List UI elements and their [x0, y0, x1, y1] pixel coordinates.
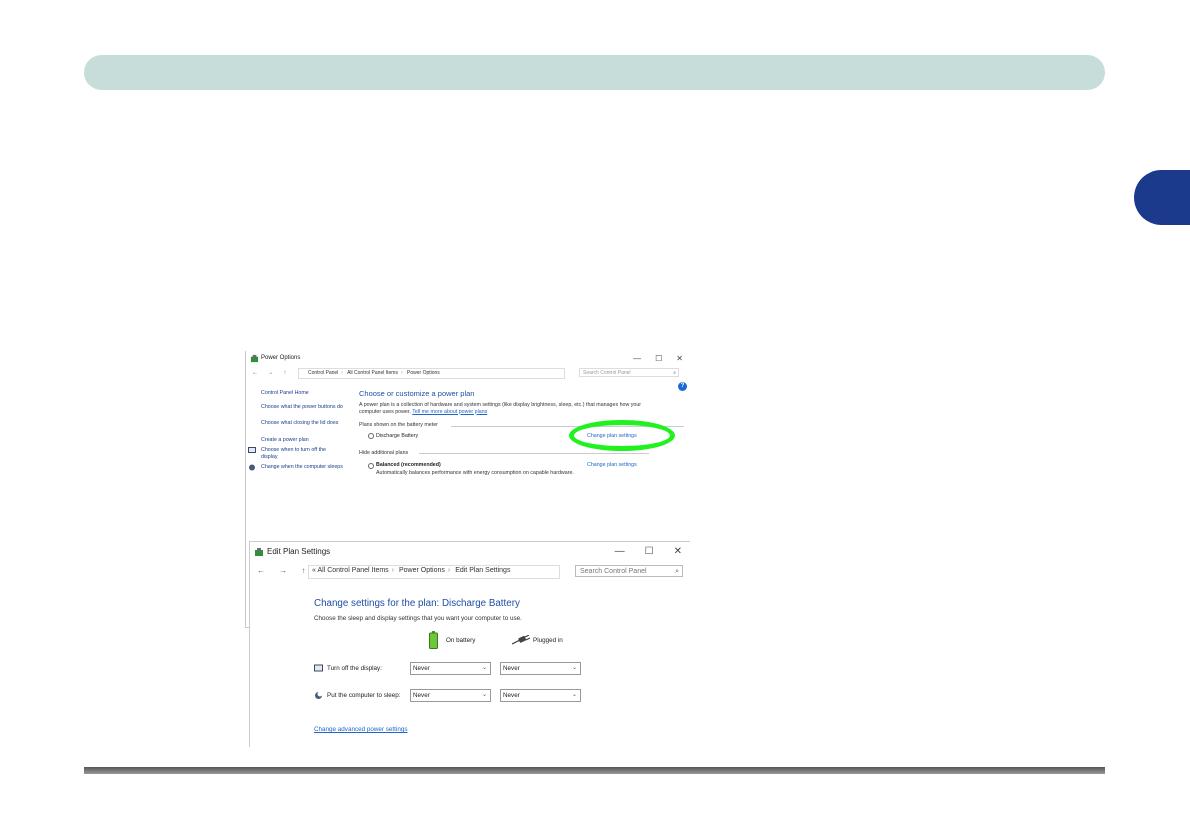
sidebar-item-create-plan[interactable]: Create a power plan	[261, 437, 343, 444]
nav-arrows[interactable]: ← → ↑	[252, 366, 290, 380]
power-options-icon	[250, 354, 259, 363]
window-title: Power Options	[261, 355, 301, 361]
description: A power plan is a collection of hardware…	[359, 402, 659, 415]
search-icon: ⌕	[675, 568, 679, 575]
balanced-description: Automatically balances performance with …	[376, 470, 574, 476]
hide-additional-plans-toggle[interactable]: Hide additional plans	[359, 450, 408, 456]
title-bar: Power Options — ☐ ✕	[246, 351, 689, 366]
search-icon: ⌕	[673, 370, 676, 376]
title-bar: Edit Plan Settings — ☐ ✕	[250, 542, 690, 562]
sidebar-item-closing-lid[interactable]: Choose what closing the lid does	[261, 420, 343, 427]
column-plugged-in: Plugged in	[533, 637, 563, 644]
maximize-button[interactable]: ☐	[655, 351, 662, 366]
display-plugged-in-select[interactable]: Never ⌄	[500, 662, 581, 675]
sidebar-item-turn-off-display[interactable]: Choose when to turn off the display	[261, 447, 343, 460]
breadcrumb-overflow[interactable]: «	[312, 567, 316, 574]
description-text: A power plan is a collection of hardware…	[359, 402, 642, 415]
subheading: Choose the sleep and display settings th…	[314, 615, 522, 622]
display-icon	[248, 447, 256, 453]
breadcrumb-item[interactable]: Control Panel	[308, 370, 338, 376]
sleep-icon	[249, 464, 255, 471]
sleep-plugged-in-select[interactable]: Never ⌄	[500, 689, 581, 702]
highlight-ellipse	[569, 420, 675, 451]
page-header-bar	[84, 55, 1105, 90]
plan-balanced-label: Balanced (recommended)	[376, 462, 441, 468]
change-plan-settings-link[interactable]: Change plan settings	[587, 462, 637, 468]
close-button[interactable]: ✕	[676, 351, 683, 366]
breadcrumb: « All Control Panel Items › Power Options…	[312, 567, 511, 574]
chapter-tab	[1134, 170, 1190, 225]
power-options-icon	[255, 548, 263, 556]
advanced-power-settings-link[interactable]: Change advanced power settings	[314, 726, 407, 733]
page-title: Choose or customize a power plan	[359, 389, 475, 398]
computer-sleep-label: Put the computer to sleep:	[327, 692, 401, 699]
chevron-down-icon: ⌄	[571, 692, 577, 698]
sleep-on-battery-select[interactable]: Never ⌄	[410, 689, 491, 702]
maximize-button[interactable]: ☐	[645, 542, 654, 562]
plan-discharge-label: Discharge Battery	[376, 433, 419, 439]
divider	[419, 453, 649, 454]
control-panel-home-link[interactable]: Control Panel Home	[261, 390, 343, 397]
chevron-down-icon: ⌄	[481, 665, 487, 671]
address-bar: ← → ↑ Control Panel › All Control Panel I…	[246, 366, 689, 380]
window-title: Edit Plan Settings	[267, 547, 331, 556]
plug-icon	[512, 635, 530, 645]
breadcrumb: Control Panel › All Control Panel Items › …	[308, 370, 440, 376]
minimize-button[interactable]: —	[615, 542, 625, 562]
select-value: Never	[503, 665, 520, 672]
breadcrumb-item[interactable]: All Control Panel Items	[317, 567, 388, 574]
battery-icon	[429, 631, 438, 649]
chevron-down-icon: ⌄	[571, 665, 577, 671]
edit-plan-settings-window: Edit Plan Settings — ☐ ✕ ← → ↑ « All Con…	[249, 541, 690, 747]
battery-meter-section-label: Plans shown on the battery meter	[359, 422, 438, 428]
nav-arrows[interactable]: ← → ↑	[257, 562, 311, 580]
help-icon[interactable]: ?	[678, 382, 687, 391]
page-footer-rule	[84, 767, 1105, 774]
search-placeholder: Search Control Panel	[583, 370, 631, 376]
display-on-battery-select[interactable]: Never ⌄	[410, 662, 491, 675]
sidebar-item-power-buttons[interactable]: Choose what the power buttons do	[261, 404, 343, 411]
select-value: Never	[503, 692, 520, 699]
select-value: Never	[413, 665, 430, 672]
search-placeholder: Search Control Panel	[580, 568, 647, 575]
minimize-button[interactable]: —	[633, 351, 641, 366]
column-on-battery: On battery	[446, 637, 476, 644]
select-value: Never	[413, 692, 430, 699]
sidebar-item-computer-sleeps[interactable]: Change when the computer sleeps	[261, 464, 343, 471]
breadcrumb-item[interactable]: Power Options	[399, 567, 445, 574]
breadcrumb-item[interactable]: Power Options	[407, 370, 440, 376]
radio-discharge-battery[interactable]	[368, 433, 374, 439]
learn-more-link[interactable]: Tell me more about power plans	[412, 409, 487, 415]
breadcrumb-item[interactable]: Edit Plan Settings	[455, 567, 510, 574]
sleep-icon	[315, 691, 323, 699]
chevron-down-icon: ⌄	[481, 692, 487, 698]
search-input[interactable]: Search Control Panel ⌕	[575, 565, 683, 577]
address-bar: ← → ↑ « All Control Panel Items › Power O…	[250, 562, 690, 580]
search-input[interactable]: Search Control Panel ⌕	[579, 368, 679, 377]
breadcrumb-item[interactable]: All Control Panel Items	[347, 370, 398, 376]
turn-off-display-label: Turn off the display:	[327, 665, 382, 672]
close-button[interactable]: ✕	[674, 542, 682, 562]
display-icon	[314, 664, 323, 672]
page-title: Change settings for the plan: Discharge …	[314, 598, 520, 609]
radio-balanced[interactable]	[368, 463, 374, 469]
